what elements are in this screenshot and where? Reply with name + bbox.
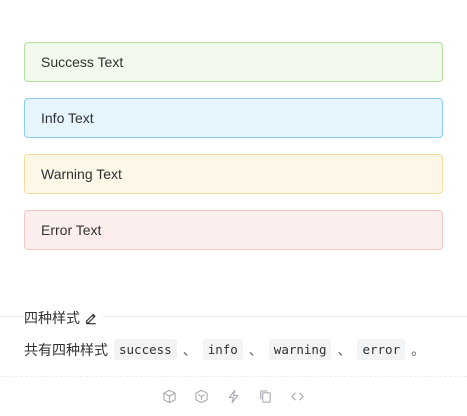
code-error: error <box>357 339 406 360</box>
lightning-icon[interactable] <box>226 388 242 404</box>
codesandbox-icon[interactable] <box>194 388 210 404</box>
section-title: 四种样式 <box>24 310 80 326</box>
alert-warning: Warning Text <box>24 154 443 194</box>
separator: 、 <box>337 341 352 358</box>
cube-icon[interactable] <box>162 388 178 404</box>
code-success: success <box>114 339 177 360</box>
separator: 、 <box>182 341 197 358</box>
code-info: info <box>202 339 243 360</box>
alert-info-text: Info Text <box>41 110 94 126</box>
demo-toolbar <box>0 386 467 406</box>
toolbar-divider <box>0 376 467 377</box>
alert-error-text: Error Text <box>41 222 102 238</box>
alert-success-text: Success Text <box>41 54 124 70</box>
copy-icon[interactable] <box>258 388 274 404</box>
section-header: 四种样式 <box>24 308 102 328</box>
code-warning: warning <box>268 339 332 360</box>
alert-info: Info Text <box>24 98 443 138</box>
section-description: 共有四种样式 success 、 info 、 warning 、 error … <box>24 339 429 360</box>
alert-warning-text: Warning Text <box>41 166 122 182</box>
description-suffix: 。 <box>411 341 426 358</box>
separator: 、 <box>248 341 263 358</box>
alert-error: Error Text <box>24 210 443 250</box>
edit-icon[interactable] <box>84 311 98 325</box>
code-icon[interactable] <box>290 388 306 404</box>
alert-success: Success Text <box>24 42 443 82</box>
description-prefix: 共有四种样式 <box>24 341 108 358</box>
